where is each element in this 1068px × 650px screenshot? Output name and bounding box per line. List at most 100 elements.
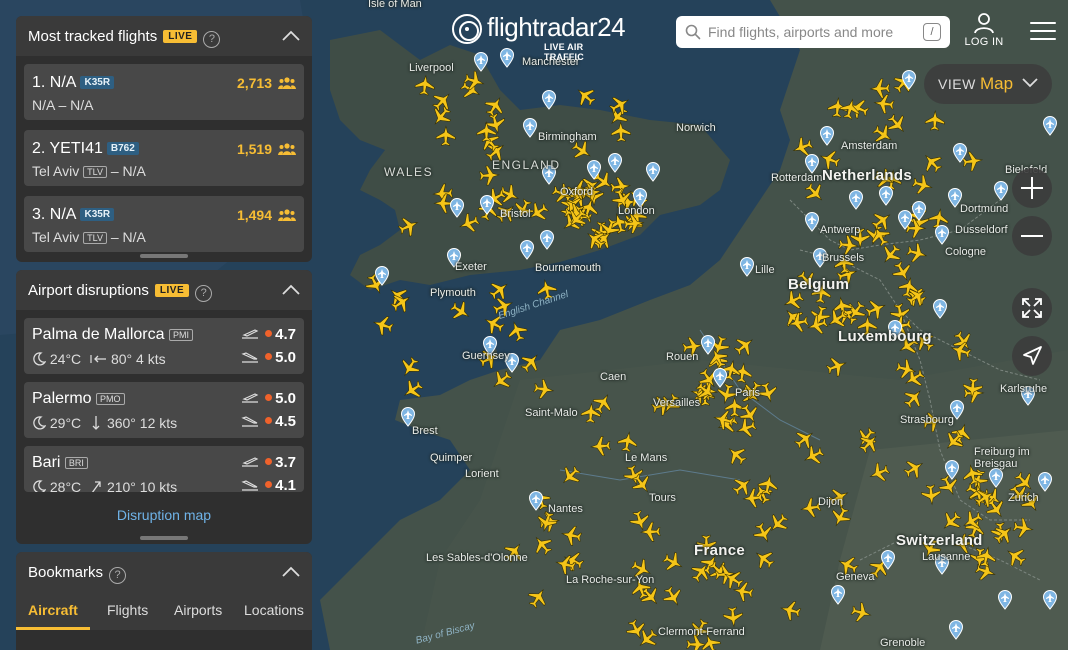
panel-title: Bookmarks? [28, 564, 127, 584]
minus-icon [1021, 235, 1043, 237]
view-label: VIEW [938, 76, 976, 92]
search-input[interactable] [708, 22, 908, 42]
disruption-map-link[interactable]: Disruption map [16, 507, 312, 523]
wind-arrow-icon [91, 481, 101, 492]
map-label-plymouth: Plymouth [430, 287, 476, 299]
flightradar24-logo[interactable]: flightradar24 LIVE AIR TRAFFIC [452, 12, 626, 62]
map-label-bournemouth: Bournemouth [535, 262, 602, 274]
logo-text: flightradar24 [487, 12, 626, 42]
active-tab-indicator [16, 627, 90, 630]
arrival-disruption-index: 4.5 [241, 413, 296, 430]
map-label-nantes: Nantes [548, 503, 583, 515]
tracked-flight-card[interactable]: 2. YETI41 B762 1,519 Tel Aviv TLV – N/A [24, 130, 304, 186]
login-label: LOG IN [964, 36, 1004, 48]
live-badge: LIVE [154, 284, 190, 297]
bookmarks-panel: Bookmarks? Aircraft Flights Airports Loc… [16, 552, 312, 650]
resize-handle[interactable] [140, 536, 188, 540]
people-icon [278, 77, 296, 89]
resize-handle[interactable] [140, 254, 188, 258]
map-label-belgium: Belgium [788, 276, 850, 293]
airport-code-badge: PMO [96, 393, 125, 405]
login-button[interactable]: LOG IN [960, 12, 1008, 52]
flight-callsign: 3. N/A K35R [32, 206, 115, 224]
moon-icon [33, 480, 47, 492]
tab-airports[interactable]: Airports [174, 602, 222, 618]
map-label-france: France [694, 542, 745, 559]
map-label-antwerp: Antwerp [820, 224, 861, 236]
disruption-airport-card[interactable]: Palermo PMO 29°C 360° 12 kts 5.0 4.5 [24, 382, 304, 438]
airport-disruptions-header[interactable]: Airport disruptions LIVE? [16, 270, 312, 310]
wind-arrow-icon [90, 355, 107, 363]
airport-weather: 29°C 360° 12 kts [32, 415, 177, 431]
radar-logo-icon [452, 14, 482, 44]
map-label-netherlands: Netherlands [822, 167, 912, 184]
map-label-lorient: Lorient [465, 468, 499, 480]
status-dot [265, 353, 273, 360]
map-label-paris: Paris [735, 387, 761, 399]
disruption-airport-card[interactable]: Bari BRI 28°C 210° 10 kts 3.7 4.1 [24, 446, 304, 492]
live-badge: LIVE [163, 30, 198, 43]
map-label-brest: Brest [412, 425, 438, 437]
search-shortcut-key: / [923, 23, 941, 41]
tracker-count: 2,713 [236, 75, 272, 91]
map-label-bristol: Bristol [500, 208, 531, 220]
tracked-flight-card[interactable]: 1. N/A K35R 2,713 N/A – N/A [24, 64, 304, 120]
map-label-amsterdam: Amsterdam [841, 140, 898, 152]
my-location-button[interactable] [1012, 336, 1052, 376]
hamburger-menu-icon[interactable] [1030, 22, 1056, 42]
help-icon[interactable]: ? [203, 31, 221, 48]
tab-aircraft[interactable]: Aircraft [28, 602, 78, 618]
fullscreen-button[interactable] [1012, 288, 1052, 328]
most-tracked-header[interactable]: Most tracked flights LIVE? [16, 16, 312, 56]
map-label-tours: Tours [649, 492, 676, 504]
map-label-strasbourg: Strasbourg [900, 414, 954, 426]
departure-icon [242, 329, 259, 339]
status-dot [265, 330, 273, 337]
disruption-airport-card[interactable]: Palma de Mallorca PMI 24°C 80° 4 kts 4.7… [24, 318, 304, 374]
flight-callsign: 1. N/A K35R [32, 74, 115, 92]
help-icon[interactable]: ? [109, 567, 127, 584]
map-label-cologne: Cologne [945, 246, 986, 258]
map-label-england: ENGLAND [492, 158, 561, 172]
map-label-london: London [618, 205, 655, 217]
flight-route: Tel Aviv TLV – N/A [32, 163, 146, 179]
search-bar[interactable]: / [676, 16, 950, 48]
aircraft-type-badge: K35R [80, 208, 115, 221]
moon-icon [33, 352, 47, 366]
map-label-oxford: Oxford [560, 186, 594, 198]
navigation-arrow-icon [1023, 346, 1042, 365]
zoom-out-button[interactable] [1012, 216, 1052, 256]
map-label-brussels: Brussels [822, 252, 865, 264]
chevron-up-icon[interactable] [282, 284, 300, 296]
tab-locations[interactable]: Locations [244, 602, 304, 618]
map-label-birmingham: Birmingham [538, 131, 597, 143]
bookmarks-header[interactable]: Bookmarks? [16, 552, 312, 592]
moon-icon [33, 416, 47, 430]
map-label-luxembourg: Luxembourg [838, 328, 932, 345]
view-switch-button[interactable]: VIEW Map [924, 64, 1052, 104]
departure-icon [242, 457, 259, 467]
map-label-dijon: Dijon [818, 496, 844, 508]
airport-code-badge: BRI [64, 457, 88, 469]
tracker-count: 1,494 [236, 207, 272, 223]
help-icon[interactable]: ? [195, 285, 213, 302]
airport-code-badge: TLV [83, 232, 107, 244]
flight-callsign: 2. YETI41 B762 [32, 140, 139, 158]
map-label-karlsruhe: Karlsruhe [1000, 383, 1048, 395]
zoom-in-button[interactable] [1012, 168, 1052, 208]
view-value: Map [980, 74, 1014, 93]
map-label-liverpool: Liverpool [409, 62, 454, 74]
chevron-up-icon[interactable] [282, 566, 300, 578]
airport-code-badge: TLV [83, 166, 107, 178]
plus-icon [1021, 177, 1043, 199]
tab-flights[interactable]: Flights [107, 602, 148, 618]
search-icon [685, 24, 701, 40]
map-label-switzerland: Switzerland [896, 532, 983, 549]
tracked-flight-card[interactable]: 3. N/A K35R 1,494 Tel Aviv TLV – N/A [24, 196, 304, 252]
chevron-up-icon[interactable] [282, 30, 300, 42]
map-label-lille: Lille [755, 264, 775, 276]
arrival-disruption-index: 5.0 [241, 349, 296, 366]
airport-code-badge: PMI [168, 329, 193, 341]
logo-tagline: LIVE AIR TRAFFIC [544, 42, 584, 62]
status-dot [265, 394, 273, 401]
